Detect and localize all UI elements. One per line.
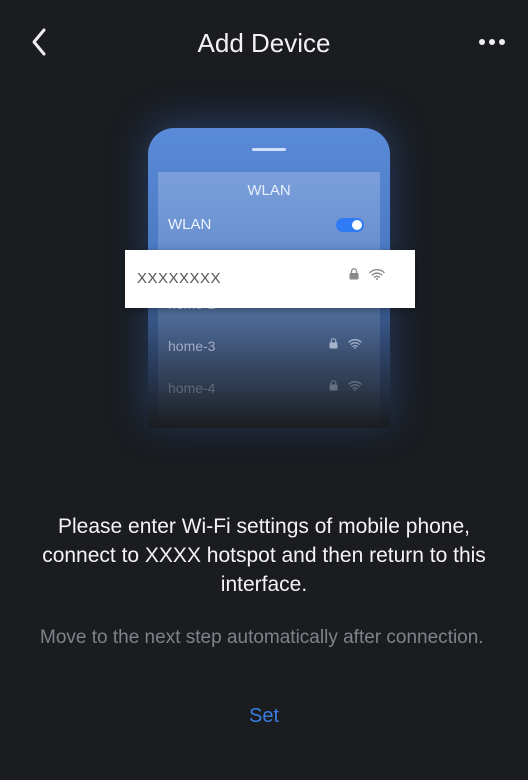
wifi-setup-illustration: WLAN WLAN home-2 home-3 home-4 (0, 90, 528, 470)
selected-network-popup: XXXXXXXX (125, 250, 415, 308)
more-button[interactable] (470, 24, 514, 60)
network-row: home-3 (168, 338, 370, 358)
network-row: home-4 (168, 380, 370, 400)
wifi-icon (348, 339, 362, 349)
lock-icon (329, 380, 338, 391)
wifi-icon (369, 268, 385, 280)
wifi-icon (348, 381, 362, 391)
network-name: home-4 (168, 380, 216, 396)
page-title: Add Device (197, 28, 331, 58)
header-bar: Add Device (0, 0, 528, 88)
auto-next-note: Move to the next step automatically afte… (40, 627, 484, 648)
instruction-text: Please enter Wi-Fi settings of mobile ph… (42, 515, 486, 596)
selected-network-name: XXXXXXXX (137, 270, 222, 287)
wlan-toggle-row: WLAN (168, 216, 370, 236)
set-button[interactable]: Set (0, 705, 528, 728)
more-horizontal-icon (479, 39, 505, 45)
lock-icon (329, 338, 338, 349)
phone-notch (252, 148, 286, 151)
network-name: home-3 (168, 338, 216, 354)
wlan-screen-title: WLAN (247, 182, 291, 199)
wlan-toggle (336, 218, 364, 232)
wlan-label: WLAN (168, 216, 212, 233)
lock-icon (349, 268, 359, 280)
